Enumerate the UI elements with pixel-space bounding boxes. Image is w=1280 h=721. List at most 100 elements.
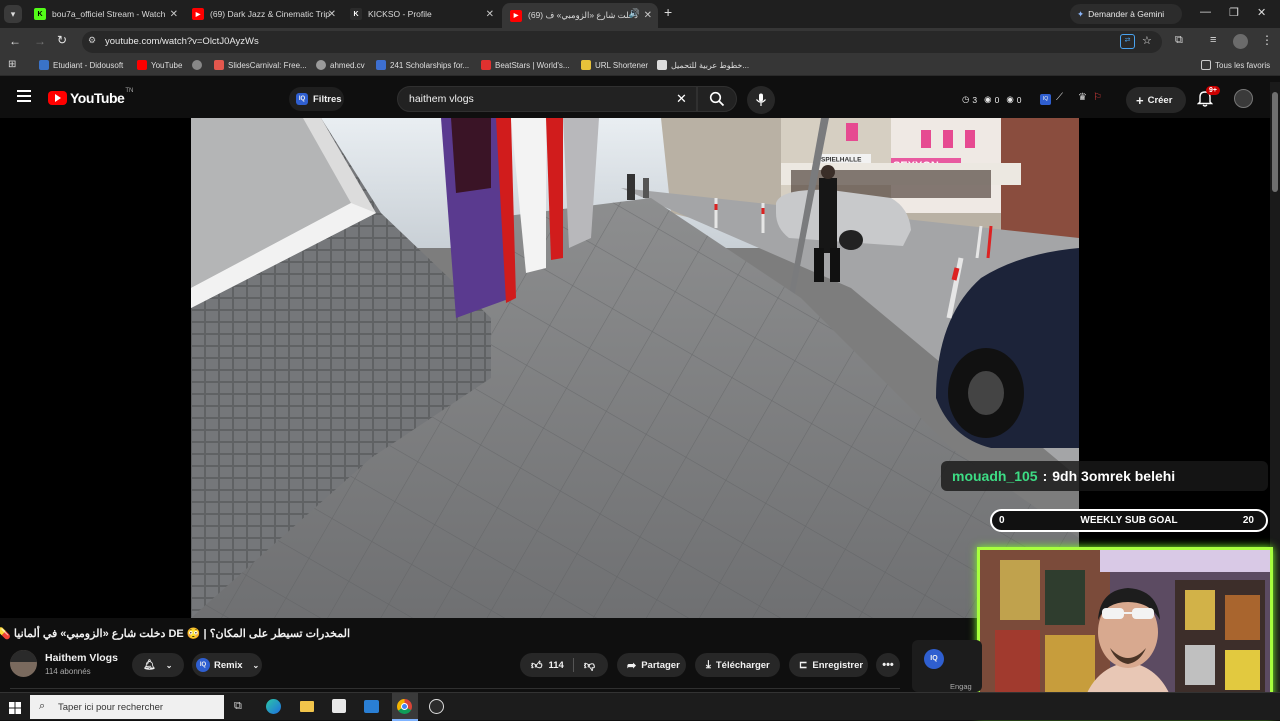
- hamburger-menu-icon[interactable]: [17, 90, 31, 102]
- close-tab-icon[interactable]: ✕: [644, 10, 652, 21]
- download-button[interactable]: ⤓ Télécharger: [695, 653, 780, 677]
- youtube-logo[interactable]: YouTube TN: [48, 88, 133, 106]
- search-button[interactable]: [697, 86, 737, 112]
- extension-stats[interactable]: ◷ 3 ◉ 0 ◉ 0: [962, 94, 1021, 105]
- scrollbar-thumb[interactable]: [1272, 92, 1278, 192]
- file-explorer-icon[interactable]: [300, 701, 314, 712]
- alert-extension-icon[interactable]: ⚐: [1093, 92, 1102, 103]
- microphone-icon: [756, 93, 766, 106]
- stat-count: 0: [1016, 94, 1022, 105]
- chevron-down-icon: ⌄: [165, 660, 173, 670]
- tab-search-button[interactable]: ▾: [4, 5, 22, 23]
- video-player[interactable]: SEXYON SPIELHALLE: [0, 118, 1270, 618]
- new-tab-button[interactable]: +: [664, 4, 672, 20]
- filters-label: Filtres: [313, 93, 342, 105]
- bookmark-item[interactable]: ahmed.cv: [316, 60, 365, 70]
- bookmark-item[interactable]: BeatStars | World's...: [481, 60, 570, 70]
- like-count: 114: [548, 659, 564, 671]
- translate-icon[interactable]: ⇄: [1120, 34, 1135, 49]
- filters-button[interactable]: IQ Filtres: [289, 87, 344, 111]
- obs-icon[interactable]: [429, 699, 444, 714]
- bookmark-item[interactable]: خطوط عربية للتحميل...: [657, 60, 749, 70]
- windows-start-icon[interactable]: [9, 701, 21, 714]
- street-scene-video: SEXYON SPIELHALLE: [191, 118, 1079, 618]
- bookmark-star-icon[interactable]: ☆: [1142, 34, 1152, 47]
- close-tab-icon[interactable]: ✕: [328, 9, 336, 20]
- gemini-button[interactable]: ✦ Demander à Gemini: [1070, 4, 1182, 24]
- browser-tab[interactable]: ▶ (69) Dark Jazz & Cinematic Trip ✕: [184, 3, 342, 25]
- url-text[interactable]: youtube.com/watch?v=OlctJ0AyzWs: [105, 36, 259, 47]
- save-button[interactable]: ⊏ Enregistrer: [789, 653, 868, 677]
- chrome-taskbar-icon[interactable]: [392, 693, 418, 721]
- close-tab-icon[interactable]: ✕: [486, 9, 494, 20]
- kickso-icon: K: [350, 8, 362, 20]
- bookmark-item[interactable]: YouTube: [137, 60, 182, 70]
- clear-search-icon[interactable]: ✕: [676, 91, 687, 107]
- remix-button[interactable]: IQ Remix ⌄: [192, 653, 262, 677]
- trophy-extension-icon[interactable]: ♛: [1078, 92, 1087, 103]
- close-window-icon[interactable]: ✕: [1257, 6, 1266, 19]
- reload-icon[interactable]: ↻: [57, 33, 67, 47]
- bell-icon: 🔔︎: [143, 659, 156, 671]
- browser-menu-icon[interactable]: ⋮: [1261, 33, 1273, 47]
- all-bookmarks-folder[interactable]: Tous les favoris: [1201, 60, 1270, 70]
- minimize-icon[interactable]: —: [1200, 6, 1211, 18]
- create-label: Créer: [1147, 94, 1173, 106]
- more-actions-button[interactable]: •••: [876, 653, 900, 677]
- youtube-wordmark: YouTube: [70, 90, 125, 106]
- subscription-bell-button[interactable]: 🔔︎ ⌄: [132, 653, 184, 677]
- youtube-icon: [137, 60, 147, 70]
- create-button[interactable]: + Créer: [1126, 87, 1186, 113]
- audio-playing-icon[interactable]: 🔊: [629, 8, 640, 19]
- bookmark-label: BeatStars | World's...: [495, 60, 570, 70]
- search-input[interactable]: haithem vlogs ✕: [397, 86, 697, 112]
- restore-icon[interactable]: ❐: [1229, 6, 1239, 19]
- bookmark-item[interactable]: SlidesCarnival: Free...: [214, 60, 307, 70]
- chart-extension-icon[interactable]: ⟋: [1056, 92, 1063, 103]
- iq-extension-icon[interactable]: IQ: [1040, 94, 1051, 105]
- browser-tab[interactable]: K bou7a_officiel Stream - Watch ✕: [26, 3, 184, 25]
- extensions-icon[interactable]: ⧉: [1175, 34, 1183, 47]
- close-tab-icon[interactable]: ✕: [170, 9, 178, 20]
- back-icon[interactable]: ←: [9, 34, 21, 48]
- voice-search-button[interactable]: [747, 86, 775, 114]
- bookmark-item[interactable]: URL Shortener: [581, 60, 648, 70]
- notifications-button[interactable]: 9+: [1196, 86, 1220, 112]
- like-button[interactable]: 👍︎ 114: [531, 659, 564, 672]
- edge-icon[interactable]: [266, 699, 281, 714]
- channel-name[interactable]: Haithem Vlogs: [45, 652, 118, 664]
- bookmark-label: خطوط عربية للتحميل...: [671, 60, 750, 70]
- iq-extension-icon[interactable]: IQ: [924, 649, 944, 669]
- taskbar-search-input[interactable]: ⌕ Taper ici pour rechercher: [30, 695, 224, 719]
- account-avatar[interactable]: [1234, 89, 1253, 108]
- channel-avatar[interactable]: [10, 650, 37, 677]
- bookmark-favicon-icon: [376, 60, 386, 70]
- chat-message-text: 9dh 3omrek belehi: [1052, 468, 1176, 484]
- like-dislike-group: 👍︎ 114 👎︎: [520, 653, 608, 677]
- apps-grid-icon[interactable]: ⊞: [8, 59, 16, 70]
- bookmark-item[interactable]: Etudiant - Didousoft: [39, 60, 123, 70]
- save-label: Enregistrer: [812, 659, 864, 671]
- dislike-button[interactable]: 👎︎: [584, 659, 595, 672]
- profile-avatar[interactable]: [1233, 34, 1248, 49]
- browser-tab[interactable]: K KICKSO - Profile ✕: [342, 3, 500, 25]
- task-view-icon[interactable]: ⧉: [234, 700, 242, 713]
- video-frame[interactable]: SEXYON SPIELHALLE: [191, 118, 1079, 618]
- store-icon[interactable]: [332, 699, 346, 713]
- browser-tab-active[interactable]: ▶ (69) دخلت شارع «الزومبي» ف 🔊 ✕: [502, 3, 658, 28]
- tab-label: (69) Dark Jazz & Cinematic Trip: [210, 9, 330, 19]
- media-control-icon[interactable]: ≡: [1210, 34, 1216, 46]
- bookmark-item[interactable]: 241 Scholarships for...: [376, 60, 469, 70]
- eye-off-icon: ◉: [1006, 94, 1014, 104]
- browser-toolbar: ← → ↻ ⚙ youtube.com/watch?v=OlctJ0AyzWs …: [0, 28, 1280, 56]
- goal-label: WEEKLY SUB GOAL: [1080, 515, 1178, 526]
- address-bar[interactable]: ⚙ youtube.com/watch?v=OlctJ0AyzWs ⇄ ☆: [82, 31, 1162, 53]
- mail-icon[interactable]: [364, 700, 379, 713]
- site-info-icon[interactable]: ⚙: [88, 35, 96, 46]
- bookmark-item[interactable]: [192, 60, 206, 70]
- share-button[interactable]: ➦ Partager: [617, 653, 686, 677]
- forward-icon[interactable]: →: [34, 34, 46, 48]
- engagement-label: Engag: [950, 682, 972, 691]
- chevron-down-icon: ⌄: [252, 660, 260, 670]
- eye-icon: ◉: [984, 94, 992, 104]
